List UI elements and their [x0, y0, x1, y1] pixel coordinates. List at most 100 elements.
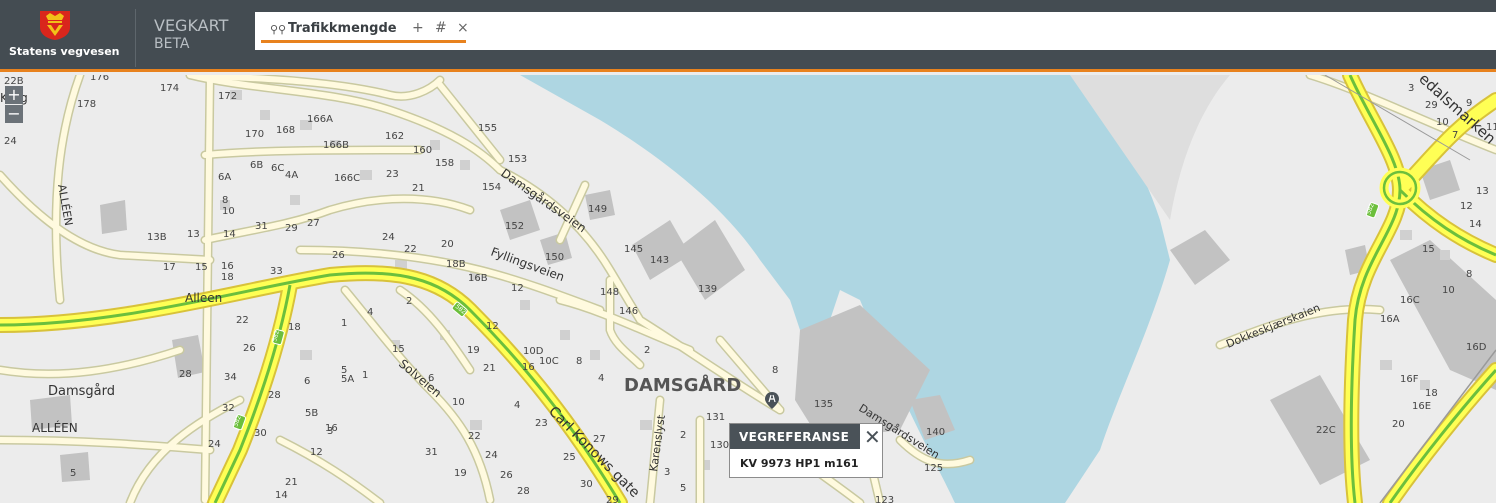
address-number: 28 [268, 390, 281, 401]
address-number: 4 [514, 400, 520, 411]
address-number: 135 [814, 399, 833, 410]
address-number: 30 [254, 428, 267, 439]
address-number: 33 [270, 266, 283, 277]
address-number: 6A [218, 172, 231, 183]
tab-trafikkmengde[interactable]: ⚲⚲ Trafikkmengde + # × [261, 17, 469, 43]
address-number: 7 [1452, 130, 1458, 141]
address-number: 131 [706, 412, 725, 423]
address-number: 9 [1466, 98, 1472, 109]
address-number: 16E [1412, 401, 1431, 412]
hash-button[interactable]: # [435, 20, 447, 36]
address-number: 15 [1422, 244, 1435, 255]
close-tab-button[interactable]: × [457, 20, 469, 36]
address-number: 18 [1425, 388, 1438, 399]
address-number: 26 [332, 250, 345, 261]
shield-icon [40, 11, 70, 40]
address-number: 2 [680, 430, 686, 441]
address-number: 19 [454, 468, 467, 479]
address-number: 160 [413, 145, 432, 156]
address-number: 6C [271, 163, 284, 174]
address-number: 152 [505, 221, 524, 232]
address-number: 14 [275, 490, 288, 501]
app-name: VEGKART [154, 16, 229, 35]
address-number: 18B [446, 259, 466, 270]
address-number: 24 [382, 232, 395, 243]
address-number: 154 [482, 182, 501, 193]
pin-icon: ⚲⚲ [270, 23, 287, 36]
logo[interactable]: Statens vegvesen [0, 0, 124, 70]
address-number: 13B [147, 232, 167, 243]
district-label: DAMSGÅRD [624, 373, 741, 396]
divider [135, 9, 136, 67]
address-number: 153 [508, 154, 527, 165]
address-number: 21 [285, 477, 298, 488]
zoom-in-button[interactable]: + [5, 86, 23, 104]
address-number: 10 [222, 206, 235, 217]
address-number: 5A [341, 374, 354, 385]
popup-header: VEGREFERANSE [730, 424, 860, 449]
address-number: 14 [223, 229, 236, 240]
address-number: 17 [163, 262, 176, 273]
address-number: 178 [77, 99, 96, 110]
address-number: 31 [425, 447, 438, 458]
popup-title: VEGREFERANSE [739, 430, 850, 444]
address-number: 2 [644, 345, 650, 356]
address-number: 170 [245, 129, 264, 140]
road-reference-value: KV 9973 HP1 m161 [740, 457, 859, 470]
tab-label: Trafikkmengde [288, 21, 397, 36]
address-number: 8 [1466, 269, 1472, 280]
address-number: 162 [385, 131, 404, 142]
address-number: 21 [412, 183, 425, 194]
address-number: 13 [1476, 186, 1489, 197]
address-number: 32 [222, 403, 235, 414]
address-number: 22 [468, 431, 481, 442]
address-number: 146 [619, 306, 638, 317]
address-number: 5 [70, 468, 76, 479]
top-bar: Statens vegvesen VEGKART BETA ⚲⚲ Trafikk… [0, 0, 1496, 72]
address-number: 23 [386, 169, 399, 180]
address-number: 18 [221, 272, 234, 283]
address-number: 23 [535, 418, 548, 429]
address-number: 5B [305, 408, 318, 419]
address-number: 26 [500, 470, 513, 481]
address-number: 12 [310, 447, 323, 458]
address-number: 155 [478, 123, 497, 134]
search-bar[interactable]: ⚲⚲ Trafikkmengde + # × [255, 12, 1496, 50]
address-number: 27 [593, 434, 606, 445]
address-number: 1 [362, 370, 368, 381]
address-number: 16 [221, 261, 234, 272]
address-number: 166B [323, 140, 349, 151]
address-number: 4A [285, 170, 298, 181]
address-number: 149 [588, 204, 607, 215]
address-number: 14 [1469, 219, 1482, 230]
address-number: 16C [1400, 295, 1420, 306]
app-title: VEGKART BETA [154, 16, 228, 54]
address-number: 16B [468, 273, 488, 284]
address-number: 174 [160, 83, 179, 94]
map-pin-icon[interactable] [765, 392, 779, 409]
close-icon[interactable]: ✕ [864, 425, 881, 449]
address-number: 28 [179, 369, 192, 380]
address-number: 12 [486, 321, 499, 332]
address-number: 123 [875, 495, 894, 503]
address-number: 25 [563, 452, 576, 463]
address-number: 10 [452, 397, 465, 408]
address-number: 16F [1400, 374, 1419, 385]
road-reference-popup: VEGREFERANSE ✕ KV 9973 HP1 m161 [729, 423, 883, 478]
address-number: 20 [1392, 419, 1405, 430]
address-number: 21 [483, 363, 496, 374]
address-number: 24 [208, 439, 221, 450]
road-label: ALLÉEN [32, 420, 78, 435]
address-number: 3 [1408, 83, 1414, 94]
address-number: 16A [1380, 314, 1400, 325]
address-number: 15 [195, 262, 208, 273]
address-number: 1 [341, 318, 347, 329]
zoom-out-button[interactable]: − [5, 105, 23, 123]
address-number: 29 [606, 495, 619, 503]
address-number: 8 [222, 195, 228, 206]
zoom-controls: + − [5, 86, 23, 124]
address-number: 8 [576, 356, 582, 367]
add-button[interactable]: + [412, 20, 424, 36]
address-number: 12 [1460, 201, 1473, 212]
address-number: 34 [224, 372, 237, 383]
